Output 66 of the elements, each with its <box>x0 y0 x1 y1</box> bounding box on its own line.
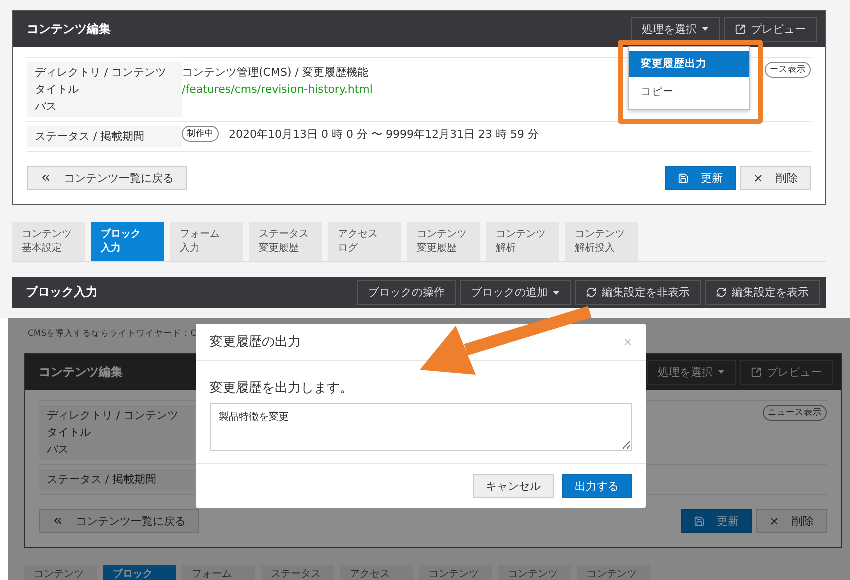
tab[interactable]: フォーム <box>182 565 255 580</box>
action-select-button[interactable]: 処理を選択 <box>647 360 736 384</box>
tab[interactable]: フォーム 入力 <box>170 222 243 261</box>
tab[interactable]: ステータス 変更履歴 <box>249 222 322 261</box>
toolbar-button[interactable]: 編集設定を表示 <box>705 280 820 305</box>
tab[interactable]: コンテンツ 基本設定 <box>12 222 85 261</box>
submit-button[interactable]: 出力する <box>562 474 632 498</box>
tab[interactable]: コンテンツ <box>24 565 97 580</box>
field-label: ステータス / 掲載期間 <box>35 129 146 145</box>
field-label: パス <box>47 442 70 458</box>
field-label: パス <box>35 99 58 115</box>
tab[interactable]: コンテンツ <box>498 565 571 580</box>
tab[interactable]: アクセス ログ <box>328 222 401 261</box>
toolbar-button[interactable]: 編集設定を非表示 <box>575 280 701 305</box>
double-chevron-icon <box>52 515 64 527</box>
content-title: コンテンツ管理(CMS) / 変更履歴機能 <box>182 65 368 81</box>
action-select-button[interactable]: 処理を選択 <box>631 16 720 42</box>
menu-item[interactable]: コピー <box>629 79 749 105</box>
news-tag: ニュース表示 <box>763 405 827 421</box>
modal-message: 変更履歴を出力します。 <box>210 380 354 397</box>
preview-button[interactable]: プレビュー <box>740 360 833 384</box>
tab[interactable]: コンテンツ <box>577 565 650 580</box>
external-link-icon <box>751 366 762 378</box>
toolbar-title: ブロック入力 <box>26 284 98 301</box>
double-chevron-icon <box>40 172 52 184</box>
toolbar-button[interactable]: ブロックの追加 <box>460 280 571 305</box>
preview-button[interactable]: プレビュー <box>724 16 817 42</box>
close-icon <box>753 172 764 184</box>
tab[interactable]: コンテンツ 解析投入 <box>565 222 638 261</box>
input-field[interactable]: 製品特徴を変更 <box>210 403 632 451</box>
status-badge: 制作中 <box>182 126 219 142</box>
toolbar-button[interactable]: ブロックの操作 <box>357 280 456 305</box>
intro-text: CMSを導入するならライトワイヤード：C <box>28 328 198 340</box>
path-link[interactable]: /features/cms/revision-history.html <box>182 81 373 98</box>
external-link-icon <box>735 24 746 34</box>
tab[interactable]: コンテンツ <box>419 565 492 580</box>
news-tag: ース表示 <box>765 62 811 78</box>
field-label: ステータス / 掲載期間 <box>47 472 158 488</box>
tab[interactable]: ステータス <box>261 565 334 580</box>
refresh-icon <box>716 287 727 298</box>
back-button[interactable]: コンテンツ一覧に戻る <box>39 509 199 533</box>
tab[interactable]: コンテンツ 解析 <box>486 222 559 261</box>
publish-period: 2020年10月13日 0 時 0 分 〜 9999年12月31日 23 時 59 分 <box>229 126 539 142</box>
save-icon <box>694 516 705 526</box>
caret-icon <box>702 27 709 31</box>
editor-title: コンテンツ編集 <box>39 364 123 380</box>
cancel-button[interactable]: キャンセル <box>473 474 554 498</box>
save-icon <box>678 172 689 184</box>
field-label: ディレクトリ / コンテンツタイトル <box>47 408 180 441</box>
refresh-icon <box>586 287 597 298</box>
back-button[interactable]: コンテンツ一覧に戻る <box>27 166 187 190</box>
save-button[interactable]: 更新 <box>681 509 752 533</box>
close-icon <box>769 516 780 526</box>
modal-title: 変更履歴の出力 <box>210 334 301 351</box>
menu-item[interactable]: 変更履歴出力 <box>629 51 749 77</box>
caret-icon <box>718 370 725 374</box>
delete-button[interactable]: 削除 <box>740 166 811 190</box>
tab[interactable]: ブロック <box>103 565 176 580</box>
tab[interactable]: ブロック 入力 <box>91 222 164 261</box>
tab[interactable]: コンテンツ 変更履歴 <box>407 222 480 261</box>
delete-button[interactable]: 削除 <box>756 509 827 533</box>
tab[interactable]: アクセス <box>340 565 413 580</box>
caret-icon <box>553 290 560 294</box>
field-label: ディレクトリ / コンテンツタイトル <box>35 65 168 98</box>
save-button[interactable]: 更新 <box>665 166 736 190</box>
editor-title: コンテンツ編集 <box>27 20 111 38</box>
